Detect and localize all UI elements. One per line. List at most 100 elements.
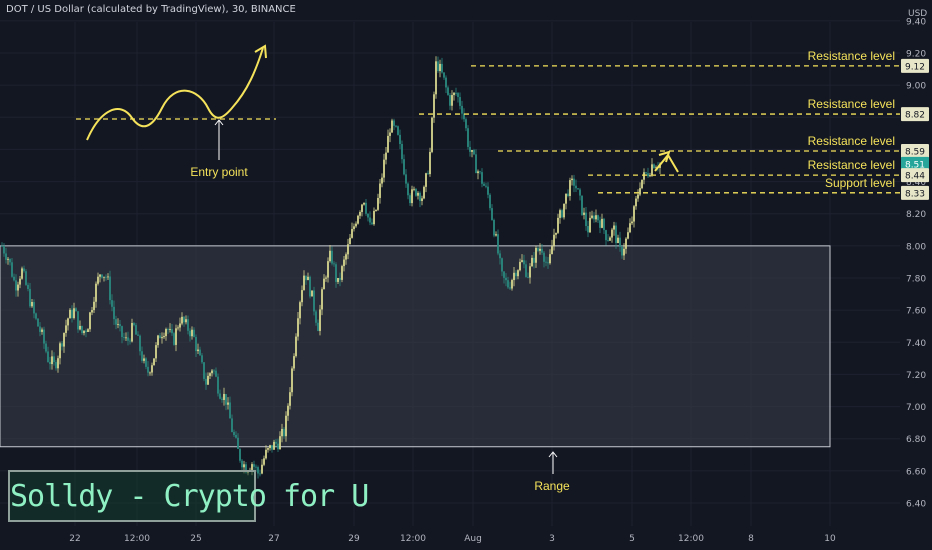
candle-body <box>453 92 455 96</box>
candle-body <box>497 234 499 254</box>
candle-body <box>573 178 575 186</box>
candle-body <box>409 195 411 204</box>
candle-body <box>63 332 65 347</box>
candle-body <box>505 277 507 281</box>
candle-body <box>367 213 369 218</box>
candle-body <box>383 159 385 178</box>
candle-body <box>417 192 419 196</box>
candle-body <box>221 398 223 400</box>
candle-body <box>445 77 447 88</box>
candle-body <box>493 219 495 236</box>
candle-body <box>29 288 31 307</box>
candle-body <box>399 134 401 144</box>
candle-body <box>479 171 481 173</box>
price-badge-label: 9.12 <box>905 62 925 72</box>
candle-body <box>77 311 79 330</box>
candle-body <box>385 152 387 160</box>
candle-body <box>511 280 513 289</box>
candle-body <box>369 217 371 223</box>
candle-body <box>133 323 135 326</box>
candle-body <box>125 337 127 339</box>
candle-body <box>591 215 593 218</box>
price-axis-unit: USD <box>908 9 927 19</box>
candle-body <box>377 197 379 210</box>
candle-body <box>285 415 287 437</box>
candle-body <box>477 171 479 174</box>
candle-body <box>601 218 603 228</box>
candle-body <box>213 370 215 372</box>
candle-body <box>115 319 117 325</box>
time-tick-label: 10 <box>824 534 836 544</box>
candle-body <box>189 330 191 337</box>
candle-body <box>327 261 329 278</box>
candle-body <box>55 362 57 369</box>
candle-body <box>457 93 459 98</box>
candle-body <box>299 302 301 319</box>
candle-body <box>423 186 425 199</box>
candle-body <box>235 435 237 438</box>
candle-body <box>429 151 431 175</box>
candle-body <box>491 208 493 220</box>
candle-body <box>331 250 333 264</box>
candle-body <box>181 316 183 324</box>
candle-body <box>59 343 61 359</box>
candle-body <box>229 402 231 419</box>
price-chart[interactable]: Resistance level Resistance level Resistan… <box>0 0 932 550</box>
candle-body <box>395 125 397 127</box>
candle-body <box>171 329 173 334</box>
candle-body <box>303 275 305 291</box>
candle-body <box>363 202 365 205</box>
candle-body <box>123 337 125 338</box>
candle-body <box>145 358 147 367</box>
candle-body <box>347 244 349 255</box>
candle-body <box>619 237 621 247</box>
candle-body <box>359 211 361 216</box>
time-tick-label: 12:00 <box>400 534 426 544</box>
candle-body <box>137 334 139 336</box>
candle-body <box>625 238 627 249</box>
candle-body <box>159 335 161 339</box>
candle-body <box>151 365 153 373</box>
candle-body <box>419 192 421 202</box>
candle-body <box>179 323 181 328</box>
candle-body <box>323 278 325 290</box>
candle-body <box>413 188 415 190</box>
candle-body <box>467 128 469 147</box>
time-tick-label: 25 <box>190 534 201 544</box>
candle-body <box>357 215 359 224</box>
candle-body <box>523 260 525 265</box>
price-tick-label: 7.40 <box>906 339 926 349</box>
candle-body <box>57 358 59 369</box>
candle-body <box>391 120 393 133</box>
candle-body <box>321 289 323 310</box>
candle-body <box>113 306 115 320</box>
candle-body <box>503 271 505 278</box>
candle-body <box>201 355 203 363</box>
candle-body <box>647 173 649 177</box>
price-axis[interactable]: 9.409.209.008.808.608.408.208.007.807.60… <box>900 0 932 550</box>
candle-body <box>545 261 547 263</box>
candle-body <box>177 327 179 329</box>
candle-body <box>343 259 345 267</box>
candle-body <box>401 143 403 160</box>
candle-body <box>583 212 585 215</box>
candle-body <box>269 445 271 449</box>
candle-body <box>173 333 175 345</box>
time-axis[interactable]: 22 12:00 25 27 29 12:00 Aug 3 5 12:00 8 10 <box>0 527 932 550</box>
candle-body <box>111 300 113 307</box>
candle-body <box>627 232 629 239</box>
candle-body <box>101 274 103 278</box>
candle-body <box>397 126 399 135</box>
candle-body <box>557 217 559 233</box>
candle-body <box>473 150 475 155</box>
candle-body <box>459 97 461 106</box>
candle-body <box>85 330 87 332</box>
candle-body <box>381 177 383 184</box>
candle-body <box>337 277 339 282</box>
level-label: Resistance level <box>808 97 895 111</box>
price-tick-label: 8.20 <box>906 210 926 220</box>
candle-body <box>271 445 273 450</box>
price-tick-label: 6.60 <box>906 467 926 477</box>
candle-body <box>117 324 119 325</box>
candle-body <box>649 175 651 177</box>
